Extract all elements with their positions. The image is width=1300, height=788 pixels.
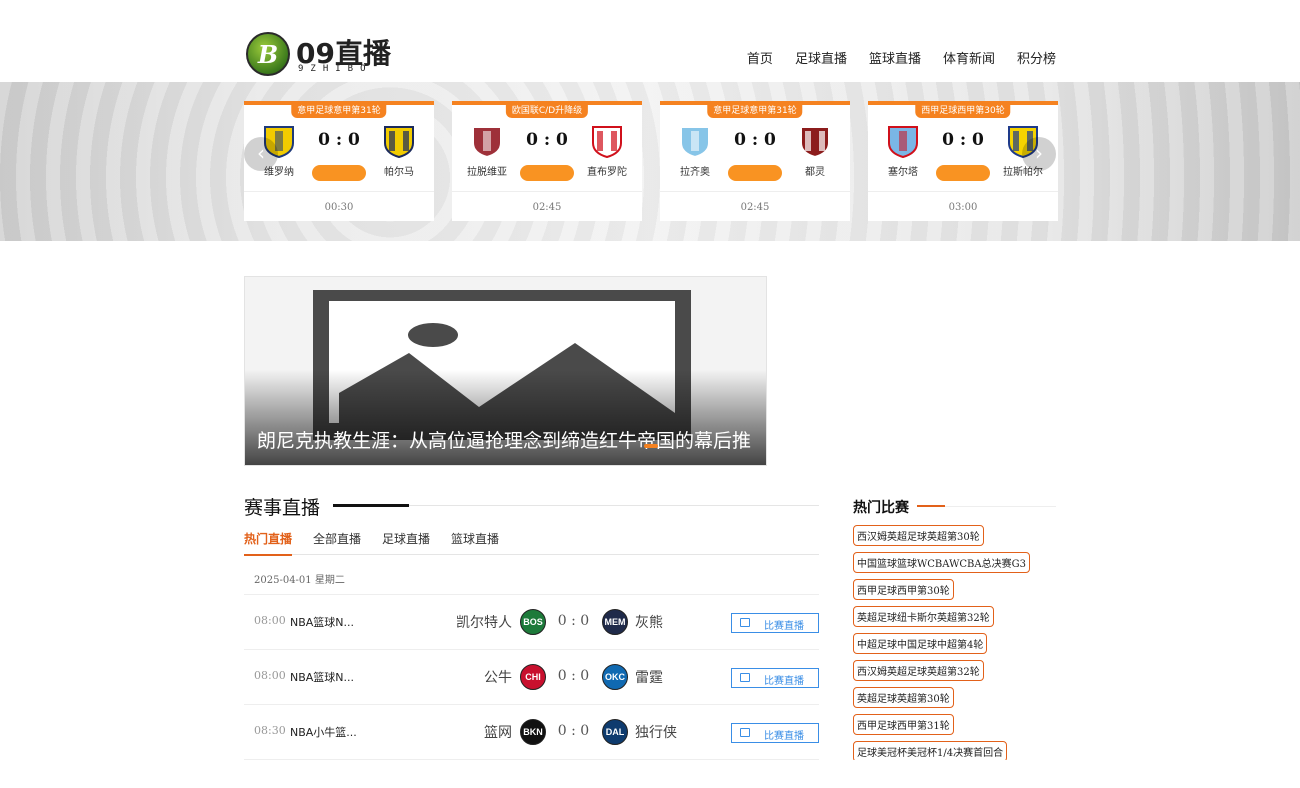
match-score: 0 : 0 <box>557 723 590 739</box>
logo-badge-icon: B <box>246 32 290 76</box>
match-live-button-label: 比赛直播 <box>764 676 804 687</box>
away-team-name[interactable]: 雷霆 <box>635 667 663 687</box>
hot-match-item[interactable]: 西汉姆英超足球英超第30轮 <box>853 525 984 546</box>
away-team-name[interactable]: 独行侠 <box>635 722 677 742</box>
logo-subtext: 9ZHIBO <box>298 64 373 74</box>
nav-home[interactable]: 首页 <box>747 48 773 67</box>
main-nav: 首页 足球直播 篮球直播 体育新闻 积分榜 <box>747 48 1056 67</box>
match-league[interactable]: NBA篮球N... <box>290 614 370 630</box>
live-section-title: 赛事直播 <box>244 497 321 519</box>
hero-caption[interactable]: 朗尼克执教生涯：从高位逼抢理念到缔造红牛帝国的幕后推 <box>257 426 751 453</box>
match-time: 08:30 <box>254 724 286 737</box>
hot-match-item[interactable]: 英超足球纽卡斯尔英超第32轮 <box>853 606 994 627</box>
away-team-logo-icon: MEM <box>602 609 628 635</box>
site-header: B 09直播 9ZHIBO 首页 足球直播 篮球直播 体育新闻 积分榜 <box>0 0 1300 82</box>
watch-live-button[interactable] <box>520 165 574 181</box>
match-card[interactable]: 欧国联C/D升降级 0 : 0 拉脱维亚 直布罗陀 02:45 <box>452 101 642 221</box>
match-card-time: 00:30 <box>324 202 354 213</box>
nav-standings[interactable]: 积分榜 <box>1017 48 1056 67</box>
tab-football-live[interactable]: 足球直播 <box>382 530 430 554</box>
hot-match-item[interactable]: 西甲足球西甲第31轮 <box>853 714 954 735</box>
match-card-league: 欧国联C/D升降级 <box>505 101 589 118</box>
home-team-logo-icon: BKN <box>520 719 546 745</box>
match-card[interactable]: 意甲足球意甲第31轮 0 : 0 拉齐奥 都灵 02:45 <box>660 101 850 221</box>
hot-matches-list: 西汉姆英超足球英超第30轮中国篮球篮球WCBAWCBA总决赛G3 西甲足球西甲第3… <box>853 525 1056 760</box>
away-team-name[interactable]: 灰熊 <box>635 612 663 632</box>
watch-live-button[interactable] <box>312 165 366 181</box>
hot-matches-title: 热门比赛 <box>853 500 909 516</box>
match-card-time: 03:00 <box>948 202 978 213</box>
home-team-name: 拉齐奥 <box>680 167 710 178</box>
nav-basketball-live[interactable]: 篮球直播 <box>869 48 921 67</box>
card-divider <box>868 191 1058 192</box>
match-date: 2025-04-01 星期二 <box>254 575 345 586</box>
hot-match-item[interactable]: 西甲足球西甲第30轮 <box>853 579 954 600</box>
match-time: 08:00 <box>254 614 286 627</box>
hot-match-item[interactable]: 足球美冠杯美冠杯1/4决赛首回合 <box>853 741 1008 760</box>
match-row: 08:00 NBA篮球N... 凯尔特人 BOS 0 : 0 MEM 灰熊 比赛直播 <box>244 595 819 650</box>
card-divider <box>244 191 434 192</box>
home-team-name[interactable]: 公牛 <box>484 667 512 687</box>
match-card-time: 02:45 <box>740 202 770 213</box>
page: B 09直播 9ZHIBO 首页 足球直播 篮球直播 体育新闻 积分榜 意甲足球… <box>0 0 1300 788</box>
hot-divider-accent <box>917 505 945 507</box>
match-row: 08:00 NBA篮球N... 公牛 CHI 0 : 0 OKC 雷霆 比赛直播 <box>244 650 819 705</box>
site-logo[interactable]: B 09直播 9ZHIBO <box>246 30 396 76</box>
match-row: 08:30 NBA小牛篮... 篮网 BKN 0 : 0 DAL 独行侠 比赛直播 <box>244 705 819 760</box>
tv-icon <box>740 618 750 627</box>
hero-banner[interactable]: 朗尼克执教生涯：从高位逼抢理念到缔造红牛帝国的幕后推 <box>244 276 767 466</box>
match-card-league: 意甲足球意甲第31轮 <box>707 101 803 118</box>
tab-all-live[interactable]: 全部直播 <box>313 530 361 554</box>
match-live-button[interactable]: 比赛直播 <box>731 668 819 688</box>
match-carousel: 意甲足球意甲第31轮 0 : 0 维罗纳 帕尔马 00:30 欧国联C/D升降级 0 : 0… <box>0 82 1300 241</box>
hot-match-item[interactable]: 英超足球英超第30轮 <box>853 687 954 708</box>
home-team-name[interactable]: 凯尔特人 <box>456 612 512 632</box>
carousel-next-arrow-icon[interactable]: › <box>1022 137 1056 171</box>
nav-sports-news[interactable]: 体育新闻 <box>943 48 995 67</box>
match-live-button[interactable]: 比赛直播 <box>731 723 819 743</box>
nav-football-live[interactable]: 足球直播 <box>795 48 847 67</box>
match-live-button-label: 比赛直播 <box>764 621 804 632</box>
away-team-logo-icon: OKC <box>602 664 628 690</box>
match-league[interactable]: NBA小牛篮... <box>290 724 370 740</box>
card-divider <box>660 191 850 192</box>
home-team-name: 塞尔塔 <box>888 167 918 178</box>
match-time: 08:00 <box>254 669 286 682</box>
watch-live-button[interactable] <box>936 165 990 181</box>
match-league[interactable]: NBA篮球N... <box>290 669 370 685</box>
away-team-name: 直布罗陀 <box>587 167 627 178</box>
tv-icon <box>740 728 750 737</box>
match-live-button[interactable]: 比赛直播 <box>731 613 819 633</box>
away-team-name: 帕尔马 <box>384 167 414 178</box>
section-divider-accent <box>333 504 409 507</box>
match-live-button-label: 比赛直播 <box>764 731 804 742</box>
card-divider <box>452 191 642 192</box>
live-tabs: 热门直播 全部直播 足球直播 篮球直播 <box>244 528 819 556</box>
tab-basketball-live[interactable]: 篮球直播 <box>451 530 499 554</box>
match-card-league: 西甲足球西甲第30轮 <box>915 101 1011 118</box>
hero-pager-dot[interactable] <box>644 444 658 448</box>
match-card-list: 意甲足球意甲第31轮 0 : 0 维罗纳 帕尔马 00:30 欧国联C/D升降级 0 : 0… <box>244 101 1058 221</box>
away-team-crest-icon <box>592 126 622 159</box>
hot-match-item[interactable]: 中超足球中国足球中超第4轮 <box>853 633 988 654</box>
date-row: 2025-04-01 星期二 <box>244 556 819 595</box>
tv-icon <box>740 673 750 682</box>
match-score: 0 : 0 <box>557 668 590 684</box>
match-card-time: 02:45 <box>532 202 562 213</box>
away-team-crest-icon <box>384 126 414 159</box>
match-score: 0 : 0 <box>557 613 590 629</box>
carousel-prev-arrow-icon[interactable]: ‹ <box>244 137 278 171</box>
home-team-logo-icon: CHI <box>520 664 546 690</box>
hot-match-item[interactable]: 中国篮球篮球WCBAWCBA总决赛G3 <box>853 552 1030 573</box>
away-team-logo-icon: DAL <box>602 719 628 745</box>
away-team-name: 都灵 <box>805 167 825 178</box>
tab-hot-live[interactable]: 热门直播 <box>244 530 293 556</box>
away-team-crest-icon <box>800 126 830 159</box>
watch-live-button[interactable] <box>728 165 782 181</box>
match-card-league: 意甲足球意甲第31轮 <box>291 101 387 118</box>
hot-match-item[interactable]: 西汉姆英超足球英超第32轮 <box>853 660 984 681</box>
home-team-logo-icon: BOS <box>520 609 546 635</box>
home-team-name[interactable]: 篮网 <box>484 722 512 742</box>
home-team-name: 拉脱维亚 <box>467 167 507 178</box>
